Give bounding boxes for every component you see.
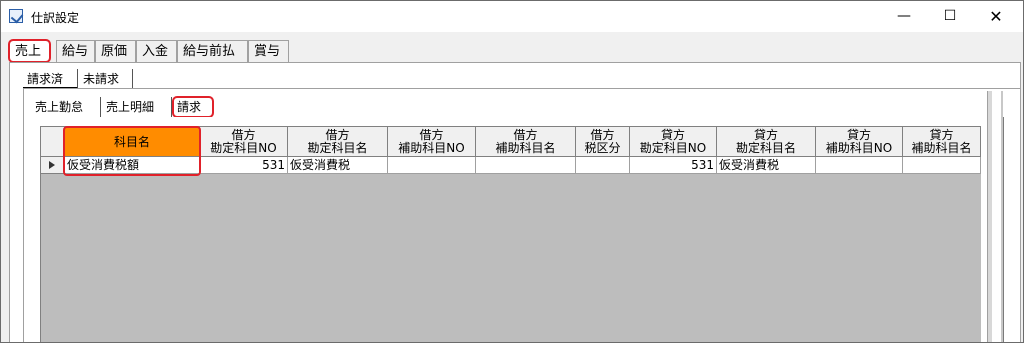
col-header-credit-sub-no[interactable]: 貸方 補助科目NO xyxy=(816,127,903,157)
window-title: 仕訳設定 xyxy=(31,11,80,25)
tab-sales-attendance[interactable]: 売上勤怠 xyxy=(31,97,101,117)
col-header-line2: 勘定科目名 xyxy=(307,141,368,155)
tab-invoiced[interactable]: 請求済 xyxy=(23,69,78,89)
tab-sales[interactable]: 売上 xyxy=(8,39,51,63)
col-header-label: 科目名 xyxy=(113,135,150,149)
cell-debit-account-name[interactable]: 仮受消費税 xyxy=(288,157,388,174)
col-header-line1: 借方 xyxy=(325,128,350,142)
row-pointer-icon xyxy=(41,157,65,174)
col-header-line2: 勘定科目名 xyxy=(735,141,796,155)
cell-debit-sub-no[interactable] xyxy=(388,157,476,174)
col-header-line1: 貸方 xyxy=(846,128,871,142)
col-header-credit-account-name[interactable]: 貸方 勘定科目名 xyxy=(717,127,816,157)
maximize-button[interactable]: ☐ xyxy=(927,1,973,32)
col-header-line2: 勘定科目NO xyxy=(210,141,277,155)
tab-salary-advance[interactable]: 給与前払 xyxy=(177,40,248,62)
panel-edge-outer xyxy=(1001,91,1003,342)
tab-bonus[interactable]: 賞与 xyxy=(248,40,289,62)
cell-debit-sub-name[interactable] xyxy=(476,157,576,174)
tab-uninvoiced[interactable]: 未請求 xyxy=(79,69,133,89)
col-header-line1: 借方 xyxy=(590,128,615,142)
cell-credit-account-no[interactable]: 531 xyxy=(630,157,717,174)
minimize-button[interactable]: — xyxy=(881,1,927,32)
tab-cost[interactable]: 原価 xyxy=(95,40,136,62)
col-header-line2: 補助科目NO xyxy=(398,141,465,155)
journal-grid[interactable]: 科目名 借方 勘定科目NO 借方 勘定科目名 借方 補助科目NO 借方 補助科目名 借方… xyxy=(40,126,981,342)
col-header-line1: 借方 xyxy=(231,128,256,142)
cell-credit-sub-no[interactable] xyxy=(816,157,903,174)
col-header-debit-account-name[interactable]: 借方 勘定科目名 xyxy=(288,127,388,157)
title-bar: 仕訳設定 — ☐ ✕ xyxy=(1,1,1023,32)
col-header-line2: 勘定科目NO xyxy=(639,141,707,155)
col-header-line1: 貸方 xyxy=(753,128,778,142)
cell-credit-account-name[interactable]: 仮受消費税 xyxy=(717,157,816,174)
tab-invoice[interactable]: 請求 xyxy=(172,96,214,118)
journal-settings-window: 仕訳設定 — ☐ ✕ 売上 給与 原価 入金 給与前払 賞与 請求済 未請求 売… xyxy=(0,0,1024,343)
col-header-line2: 補助科目NO xyxy=(825,141,893,155)
cell-account-name[interactable]: 仮受消費税額 xyxy=(65,157,200,174)
col-header-debit-tax[interactable]: 借方 税区分 xyxy=(576,127,630,157)
app-icon xyxy=(9,9,23,23)
col-header-line1: 借方 xyxy=(513,128,538,142)
tab-sales-details[interactable]: 売上明細 xyxy=(102,97,172,117)
grid-corner xyxy=(41,127,65,157)
col-header-line1: 借方 xyxy=(419,128,444,142)
cell-credit-sub-name[interactable] xyxy=(903,157,981,174)
col-header-account-name[interactable]: 科目名 xyxy=(65,127,200,157)
col-header-line2: 補助科目名 xyxy=(495,141,556,155)
col-header-line2: 税区分 xyxy=(584,141,621,155)
col-header-debit-account-no[interactable]: 借方 勘定科目NO xyxy=(200,127,288,157)
cell-debit-account-no[interactable]: 531 xyxy=(200,157,288,174)
col-header-debit-sub-no[interactable]: 借方 補助科目NO xyxy=(388,127,476,157)
panel-edge xyxy=(987,91,992,342)
tab-salary[interactable]: 給与 xyxy=(56,40,95,62)
col-header-line1: 貸方 xyxy=(929,128,954,142)
cell-debit-tax[interactable] xyxy=(576,157,630,174)
col-header-debit-sub-name[interactable]: 借方 補助科目名 xyxy=(476,127,576,157)
col-header-line1: 貸方 xyxy=(660,128,685,142)
col-header-credit-account-no[interactable]: 貸方 勘定科目NO xyxy=(630,127,717,157)
tab-deposit[interactable]: 入金 xyxy=(136,40,177,62)
col-header-line2: 補助科目名 xyxy=(911,141,972,155)
col-header-credit-sub-name[interactable]: 貸方 補助科目名 xyxy=(903,127,981,157)
close-button[interactable]: ✕ xyxy=(973,1,1019,32)
